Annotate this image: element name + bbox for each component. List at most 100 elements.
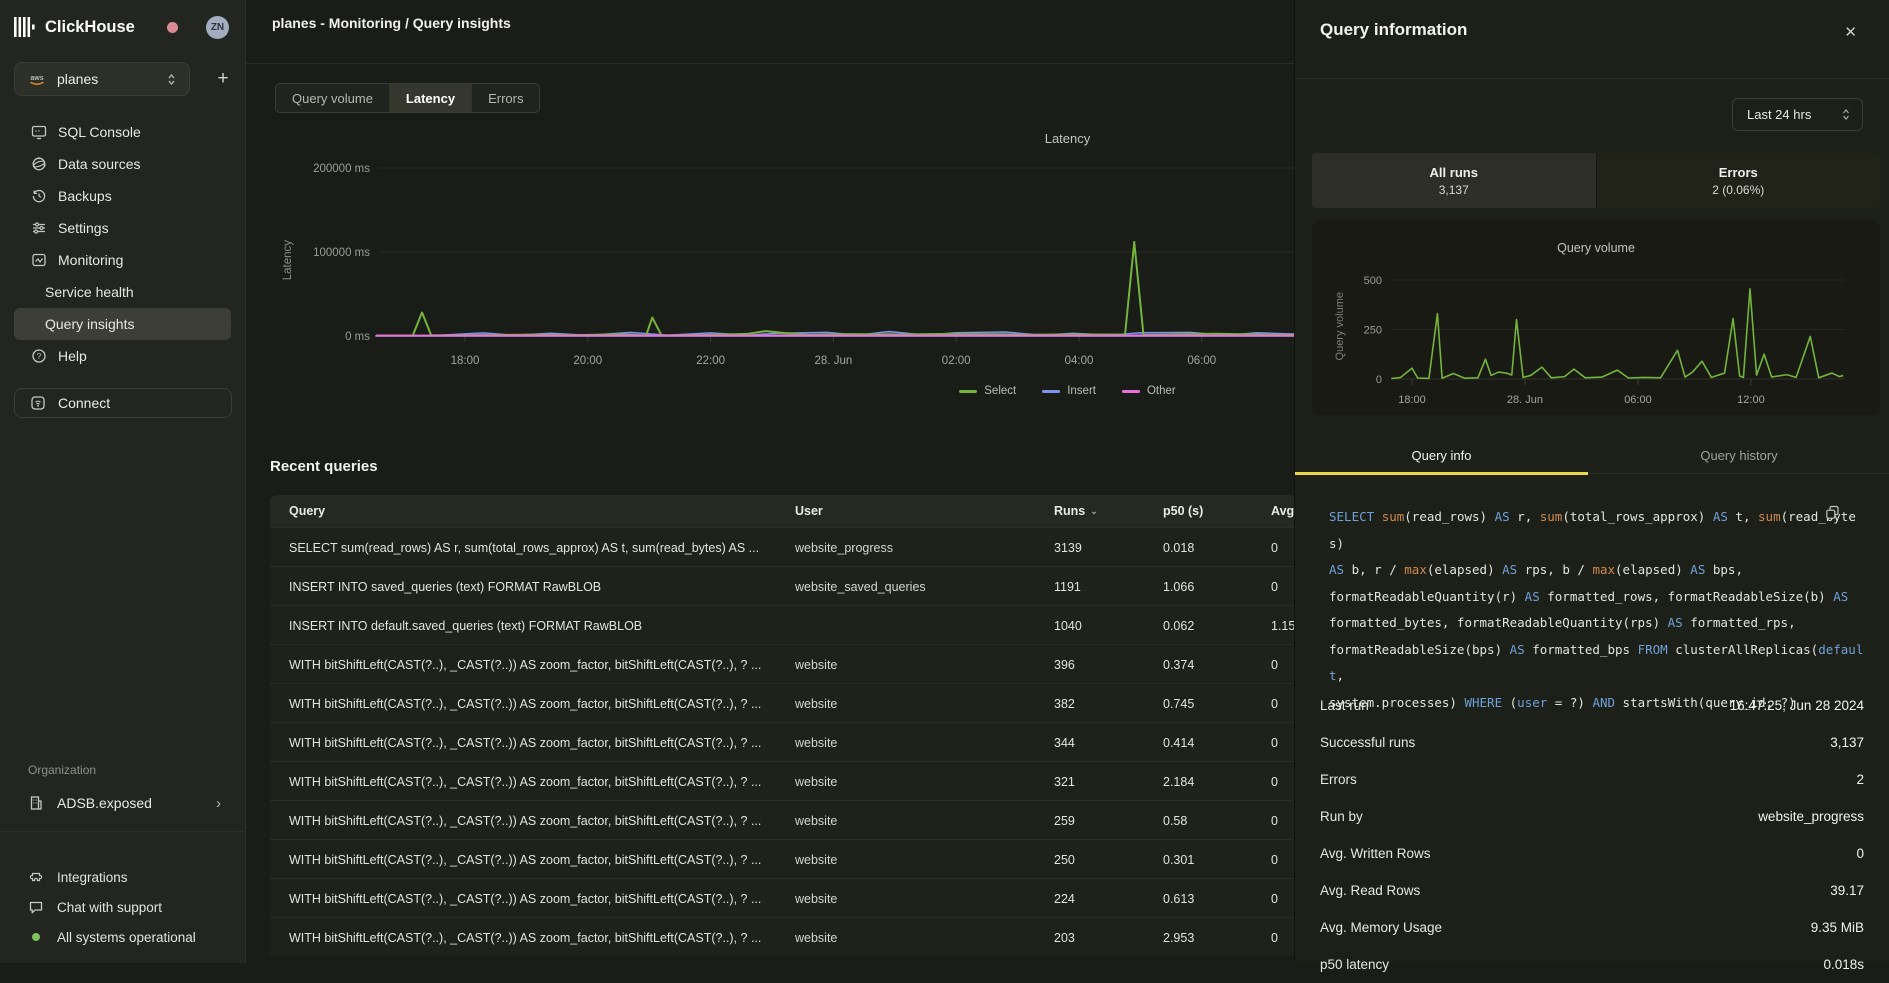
cell-p50: 0.018 xyxy=(1163,528,1194,567)
sql-token: (read_rows) xyxy=(1404,509,1494,524)
avatar[interactable]: ZN xyxy=(206,16,229,39)
sidebar-item-settings[interactable]: Settings xyxy=(0,212,245,244)
sql-token: AS xyxy=(1690,562,1705,577)
tab-query-volume[interactable]: Query volume xyxy=(276,84,389,112)
chevron-updown-icon xyxy=(166,72,177,87)
tab-latency[interactable]: Latency xyxy=(389,84,471,112)
cell-runs: 344 xyxy=(1054,723,1075,762)
sidebar-footer-chat-with-support[interactable]: Chat with support xyxy=(28,892,235,922)
cell-runs: 321 xyxy=(1054,762,1075,801)
sidebar-item-help[interactable]: ?Help xyxy=(0,340,245,372)
legend-item-select[interactable]: Select xyxy=(959,385,1016,397)
sql-token: AS xyxy=(1510,642,1525,657)
sql-token: AS xyxy=(1833,589,1848,604)
table-row[interactable]: WITH bitShiftLeft(CAST(?..), _CAST(?..))… xyxy=(270,839,1394,878)
page-title: planes - Monitoring / Query insights xyxy=(272,15,511,31)
sql-token: rps, b / xyxy=(1517,562,1592,577)
cell-p50: 0.745 xyxy=(1163,684,1194,723)
footer-item-label: Chat with support xyxy=(57,900,162,915)
segment-errors[interactable]: Errors 2 (0.06%) xyxy=(1596,153,1881,208)
cell-user: website xyxy=(795,801,837,840)
svg-text:18:00: 18:00 xyxy=(1398,394,1426,406)
table-row[interactable]: INSERT INTO default.saved_queries (text)… xyxy=(270,605,1394,644)
sidebar-item-data-sources[interactable]: Data sources xyxy=(0,148,245,180)
table-row[interactable]: WITH bitShiftLeft(CAST(?..), _CAST(?..))… xyxy=(270,878,1394,917)
table-header-p50-s-: p50 (s) xyxy=(1163,495,1203,527)
sort-chevron-icon: ⌄ xyxy=(1090,506,1098,517)
sidebar-item-monitoring[interactable]: Monitoring xyxy=(0,244,245,276)
legend-swatch xyxy=(959,390,977,393)
svg-text:aws: aws xyxy=(30,75,43,82)
table-row[interactable]: WITH bitShiftLeft(CAST(?..), _CAST(?..))… xyxy=(270,683,1394,722)
cell-runs: 1191 xyxy=(1054,567,1081,606)
query-volume-card: Query volume Query volume 025050018:0028… xyxy=(1312,220,1880,415)
sql-token: formatted_bytes, formatReadableQuantity(… xyxy=(1329,615,1668,630)
connect-icon xyxy=(30,395,46,411)
sql-line: formatReadableSize(bps) AS formatted_bps… xyxy=(1329,637,1864,690)
sidebar-footer-integrations[interactable]: Integrations xyxy=(28,862,235,892)
chat-icon xyxy=(28,899,44,915)
table-row[interactable]: WITH bitShiftLeft(CAST(?..), _CAST(?..))… xyxy=(270,644,1394,683)
svg-text:04:00: 04:00 xyxy=(1065,355,1094,367)
stat-row: Last run16:47:25, Jun 28 2024 xyxy=(1320,687,1864,724)
sidebar-item-backups[interactable]: Backups xyxy=(0,180,245,212)
close-icon[interactable]: ✕ xyxy=(1844,23,1857,41)
aws-icon: aws xyxy=(28,73,46,86)
cell-avg: 0 xyxy=(1271,528,1278,567)
legend-item-insert[interactable]: Insert xyxy=(1042,385,1096,397)
copy-icon[interactable] xyxy=(1825,505,1840,520)
recent-queries-table: QueryUserRuns⌄p50 (s)Avg. SELECT sum(rea… xyxy=(270,495,1394,956)
cell-avg: 0 xyxy=(1271,567,1278,606)
stat-row: p50 latency0.018s xyxy=(1320,946,1864,983)
table-row[interactable]: SELECT sum(read_rows) AS r, sum(total_ro… xyxy=(270,527,1394,566)
table-row[interactable]: WITH bitShiftLeft(CAST(?..), _CAST(?..))… xyxy=(270,722,1394,761)
sql-token: max xyxy=(1404,562,1427,577)
globe-icon xyxy=(31,156,47,172)
stat-value: 0 xyxy=(1856,846,1864,861)
sql-line: formatReadableQuantity(r) AS formatted_r… xyxy=(1329,584,1864,611)
stat-label: Successful runs xyxy=(1320,735,1415,750)
stat-value: 2 xyxy=(1856,772,1864,787)
table-body: SELECT sum(read_rows) AS r, sum(total_ro… xyxy=(270,527,1394,956)
cell-avg: 0 xyxy=(1271,684,1278,723)
cell-avg: 1.15 xyxy=(1271,606,1295,645)
add-service-button[interactable]: + xyxy=(210,66,236,92)
table-row[interactable]: WITH bitShiftLeft(CAST(?..), _CAST(?..))… xyxy=(270,761,1394,800)
sidebar-footer-all-systems-operational[interactable]: All systems operational xyxy=(28,922,235,952)
sql-token: max xyxy=(1592,562,1615,577)
table-row[interactable]: WITH bitShiftLeft(CAST(?..), _CAST(?..))… xyxy=(270,917,1394,956)
sql-line: AS b, r / max(elapsed) AS rps, b / max(e… xyxy=(1329,557,1864,584)
svg-text:0: 0 xyxy=(1376,374,1382,386)
tab-errors[interactable]: Errors xyxy=(471,84,539,112)
sidebar-item-label: Query insights xyxy=(45,316,134,332)
legend-label: Insert xyxy=(1067,385,1096,397)
service-selector[interactable]: aws planes xyxy=(14,62,190,96)
table-row[interactable]: WITH bitShiftLeft(CAST(?..), _CAST(?..))… xyxy=(270,800,1394,839)
stat-value: 0.018s xyxy=(1823,957,1864,972)
sql-token: , xyxy=(1337,668,1345,683)
connect-button[interactable]: Connect xyxy=(14,388,232,418)
sidebar-item-query-insights[interactable]: Query insights xyxy=(14,308,231,340)
legend-item-other[interactable]: Other xyxy=(1122,385,1176,397)
cell-query: WITH bitShiftLeft(CAST(?..), _CAST(?..))… xyxy=(289,723,761,762)
sidebar-item-sql-console[interactable]: SQL Console xyxy=(0,116,245,148)
organization-row[interactable]: ADSB.exposed › xyxy=(28,789,221,817)
table-header-runs[interactable]: Runs⌄ xyxy=(1054,495,1098,527)
svg-text:28. Jun: 28. Jun xyxy=(1507,394,1543,406)
stat-label: Last run xyxy=(1320,698,1369,713)
table-row[interactable]: INSERT INTO saved_queries (text) FORMAT … xyxy=(270,566,1394,605)
segment-all-runs[interactable]: All runs 3,137 xyxy=(1312,153,1596,208)
query-information-panel: Query information ✕ Last 24 hrs All runs… xyxy=(1294,0,1889,963)
sidebar-nav: SQL ConsoleData sourcesBackupsSettingsMo… xyxy=(0,116,245,372)
stat-value: website_progress xyxy=(1758,809,1864,824)
time-range-select[interactable]: Last 24 hrs xyxy=(1732,98,1863,131)
cell-query: WITH bitShiftLeft(CAST(?..), _CAST(?..))… xyxy=(289,918,761,957)
cell-runs: 1040 xyxy=(1054,606,1082,645)
table-header-user: User xyxy=(795,495,823,527)
legend-label: Other xyxy=(1147,385,1176,397)
tab-query-info[interactable]: Query info xyxy=(1295,436,1588,474)
sql-token: AS xyxy=(1502,562,1517,577)
sidebar-item-service-health[interactable]: Service health xyxy=(0,276,245,308)
tab-query-history[interactable]: Query history xyxy=(1588,436,1889,474)
cell-p50: 0.58 xyxy=(1163,801,1187,840)
